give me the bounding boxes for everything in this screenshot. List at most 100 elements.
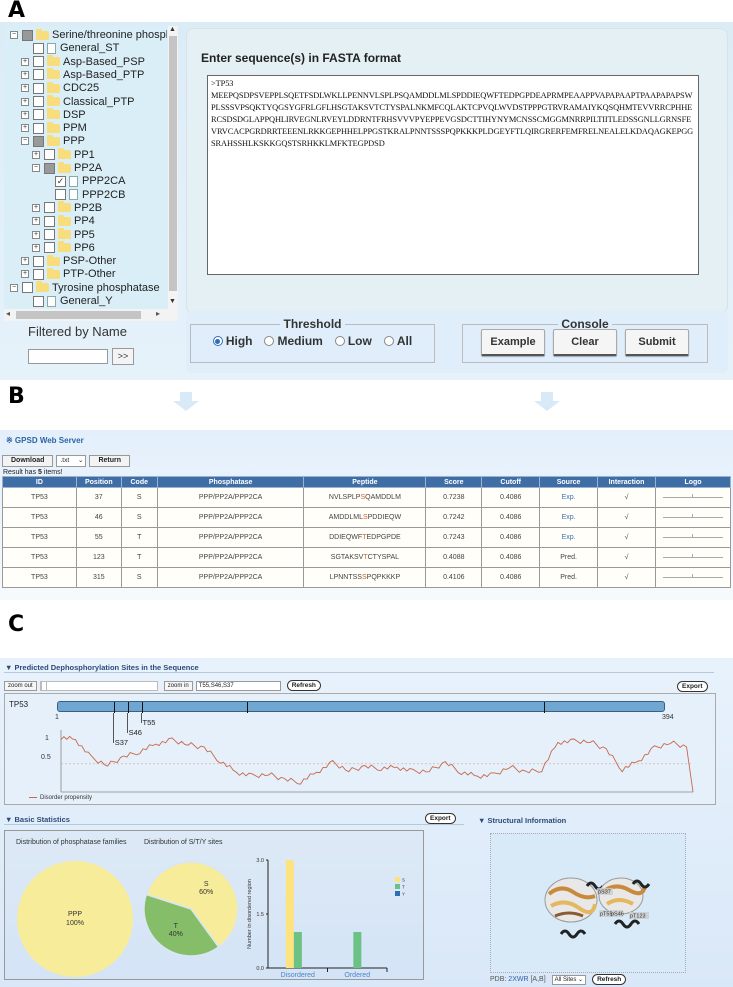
- tree-item[interactable]: − Tyrosine phosphatase: [10, 281, 160, 295]
- expand-icon[interactable]: +: [32, 243, 40, 252]
- expand-icon[interactable]: +: [21, 70, 29, 79]
- clear-button[interactable]: Clear: [553, 329, 617, 356]
- scroll-down-icon[interactable]: ▼: [169, 298, 176, 305]
- threshold-radio-high[interactable]: High: [212, 334, 252, 348]
- sequence-logo-icon[interactable]: [662, 513, 723, 518]
- expand-icon[interactable]: +: [32, 150, 40, 159]
- filter-input[interactable]: [28, 349, 108, 364]
- column-header[interactable]: Interaction: [597, 476, 656, 488]
- tree-item[interactable]: General_Y: [21, 294, 113, 308]
- column-header[interactable]: ID: [2, 476, 77, 488]
- scroll-thumb[interactable]: [16, 311, 141, 319]
- tree-item[interactable]: − PPP: [21, 134, 85, 148]
- tree-item[interactable]: + PTP-Other: [21, 267, 116, 281]
- tree-checkbox[interactable]: [33, 135, 44, 147]
- structure-viewer[interactable]: pS37 pT55 pS46 pT123: [490, 833, 686, 973]
- cell-source[interactable]: Exp.: [539, 507, 599, 528]
- column-header[interactable]: Score: [425, 476, 483, 488]
- tree-checkbox[interactable]: [33, 42, 44, 54]
- column-header[interactable]: Source: [539, 476, 599, 488]
- tree-item[interactable]: + PP2B: [32, 201, 102, 215]
- site-marker[interactable]: [543, 702, 545, 713]
- tree-checkbox[interactable]: [44, 202, 55, 214]
- site-marker[interactable]: [141, 702, 143, 713]
- expand-icon[interactable]: +: [21, 270, 29, 279]
- tree-checkbox[interactable]: [33, 96, 44, 107]
- threshold-radio-all[interactable]: All: [383, 334, 412, 348]
- horizontal-scrollbar[interactable]: ◂ ▸: [4, 309, 178, 321]
- column-header[interactable]: Phosphatase: [156, 476, 305, 488]
- sites-section-title[interactable]: ▼ Predicted Dephosphorylation Sites in t…: [5, 663, 199, 672]
- expand-icon[interactable]: +: [32, 230, 40, 239]
- expand-icon[interactable]: +: [21, 124, 29, 133]
- radio-icon[interactable]: [264, 336, 275, 346]
- tree-checkbox[interactable]: [44, 149, 55, 161]
- scroll-right-icon[interactable]: ▸: [156, 309, 160, 318]
- column-header[interactable]: Code: [120, 476, 158, 488]
- collapse-icon[interactable]: −: [10, 31, 18, 39]
- sites-select[interactable]: All Sites ⌄: [551, 974, 587, 985]
- export-stats-button[interactable]: Export: [425, 813, 456, 824]
- structure-refresh-button[interactable]: Refresh: [592, 974, 627, 985]
- threshold-radio-medium[interactable]: Medium: [264, 334, 323, 348]
- tree-item[interactable]: PPP2CB: [43, 188, 125, 202]
- stats-section-title[interactable]: ▼ Basic Statistics: [5, 815, 70, 824]
- sequence-logo-icon[interactable]: [662, 573, 723, 578]
- tree-checkbox[interactable]: [33, 109, 44, 121]
- tree-checkbox[interactable]: [22, 282, 33, 294]
- bar-t-disordered[interactable]: [293, 932, 302, 968]
- cell-source[interactable]: Exp.: [539, 527, 599, 548]
- tree-checkbox[interactable]: [44, 242, 55, 254]
- structure-section-title[interactable]: ▼ Structural Information: [478, 816, 566, 825]
- site-marker[interactable]: [113, 702, 115, 713]
- collapse-icon[interactable]: −: [21, 137, 29, 146]
- sites-input[interactable]: T55,S46,S37: [195, 680, 281, 691]
- tree-checkbox[interactable]: [44, 229, 55, 240]
- column-header[interactable]: Position: [75, 476, 122, 488]
- cell-source[interactable]: Exp.: [539, 487, 599, 508]
- radio-icon[interactable]: [383, 336, 394, 346]
- tree-item[interactable]: + PPM: [21, 121, 87, 135]
- protein-bar[interactable]: [57, 701, 665, 713]
- export-sites-button[interactable]: Export: [677, 681, 708, 692]
- tree-checkbox[interactable]: [33, 268, 44, 280]
- tree-item[interactable]: ✓ PPP2CA: [43, 174, 125, 188]
- tree-item[interactable]: + Asp-Based_PTP: [21, 68, 144, 82]
- tree-item[interactable]: General_ST: [21, 41, 119, 55]
- tree-item[interactable]: + PP4: [32, 214, 95, 228]
- sequence-logo-icon[interactable]: [662, 553, 723, 558]
- radio-icon[interactable]: [212, 336, 223, 346]
- format-select[interactable]: .txt ⌄: [56, 455, 87, 467]
- bar-t-ordered[interactable]: [353, 932, 362, 968]
- scroll-up-icon[interactable]: ▲: [169, 26, 176, 33]
- sequence-logo-icon[interactable]: [662, 533, 723, 538]
- scroll-left-icon[interactable]: ◂: [6, 309, 10, 318]
- expand-icon[interactable]: +: [21, 97, 29, 106]
- tree-checkbox[interactable]: ✓: [55, 175, 66, 187]
- tree-item[interactable]: + PP5: [32, 228, 95, 242]
- zoom-in-button[interactable]: zoom in: [163, 680, 193, 691]
- zoom-out-button[interactable]: zoom out: [4, 680, 37, 691]
- pie-slice-ppp[interactable]: [17, 861, 133, 977]
- tree-item[interactable]: + PP6: [32, 241, 95, 255]
- tree-checkbox[interactable]: [55, 189, 66, 201]
- tree-checkbox[interactable]: [33, 69, 44, 81]
- pdb-link[interactable]: 2XWR: [508, 976, 528, 983]
- bar-s-disordered[interactable]: [285, 860, 294, 968]
- collapse-icon[interactable]: −: [32, 164, 40, 172]
- example-button[interactable]: Example: [481, 329, 545, 356]
- column-header[interactable]: Peptide: [303, 476, 427, 488]
- tree-item[interactable]: − PP2A: [32, 161, 102, 175]
- return-button[interactable]: Return: [89, 455, 131, 467]
- tree-checkbox[interactable]: [44, 162, 55, 174]
- tree-item[interactable]: + PP1: [32, 148, 95, 162]
- tree-checkbox[interactable]: [22, 29, 33, 41]
- tree-item[interactable]: + PSP-Other: [21, 254, 116, 268]
- scroll-thumb[interactable]: [169, 36, 177, 291]
- tree-checkbox[interactable]: [33, 255, 44, 267]
- tree-checkbox[interactable]: [33, 122, 44, 134]
- expand-icon[interactable]: +: [21, 57, 29, 66]
- sequence-textarea[interactable]: >TP53 MEEPQSDPSVEPPLSQETFSDLWKLLPENNVLSP…: [207, 75, 699, 275]
- refresh-button[interactable]: Refresh: [286, 680, 321, 691]
- submit-button[interactable]: Submit: [625, 329, 689, 356]
